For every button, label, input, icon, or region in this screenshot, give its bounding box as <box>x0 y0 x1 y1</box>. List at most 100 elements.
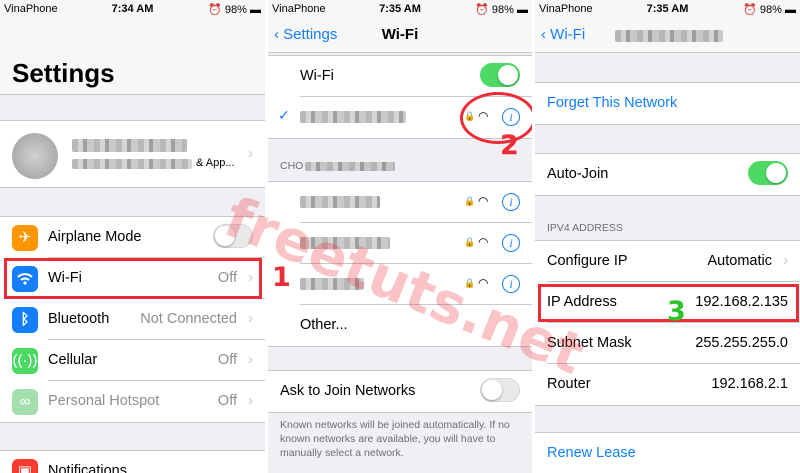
wifi-signal-icon: ◠ <box>478 194 489 208</box>
bluetooth-icon: ᛒ <box>12 307 38 333</box>
notifications-row[interactable]: ▣ Notifications <box>0 450 265 473</box>
connectivity-group: ✈ Airplane Mode Wi-Fi Off › ᛒ Bluetooth … <box>0 216 265 423</box>
lock-icon: 🔒 <box>464 237 476 247</box>
airplane-mode-toggle[interactable] <box>213 224 253 248</box>
avatar <box>12 133 58 179</box>
row-label: Wi-Fi <box>300 68 334 84</box>
wifi-toggle-row: Wi-Fi <box>268 56 532 97</box>
row-value: Off <box>217 393 237 409</box>
row-label: Subnet Mask <box>547 335 632 351</box>
alarm-icon: ⏰ <box>208 4 222 16</box>
blurred-network-title <box>615 30 723 42</box>
row-label: Airplane Mode <box>48 229 142 245</box>
cellular-row[interactable]: ((·)) Cellular Off › <box>0 340 265 381</box>
subnet-mask-value: 255.255.255.0 <box>695 335 788 351</box>
info-button[interactable]: i <box>502 193 520 211</box>
blurred-account-subtitle <box>72 159 192 169</box>
renew-lease-button[interactable]: Renew Lease <box>547 445 636 461</box>
highlight-wifi-row <box>4 258 262 299</box>
router-row: Router 192.168.2.1 <box>535 364 800 405</box>
personal-hotspot-row[interactable]: ∞ Personal Hotspot Off › <box>0 381 265 422</box>
configure-ip-row[interactable]: Configure IP Automatic › <box>535 241 800 282</box>
ask-to-join-row: Ask to Join Networks <box>268 370 532 413</box>
checkmark-icon: ✓ <box>278 107 290 123</box>
info-button[interactable]: i <box>502 234 520 252</box>
blurred-account-name <box>72 139 187 152</box>
wifi-screen: VinaPhone 7:35 AM ⏰ 98% ▬ ‹ Settings Wi-… <box>268 0 532 473</box>
renew-lease-row[interactable]: Renew Lease <box>535 432 800 473</box>
router-value: 192.168.2.1 <box>711 376 788 392</box>
blurred-network-name <box>300 111 406 123</box>
airplane-mode-row: ✈ Airplane Mode <box>0 217 265 258</box>
ipv4-section-header: IPV4 ADDRESS <box>547 222 623 234</box>
network-row[interactable]: 🔒 ◠ i <box>268 182 532 223</box>
row-label: Ask to Join Networks <box>280 383 416 399</box>
row-value: Automatic <box>707 253 772 269</box>
row-label: Personal Hotspot <box>48 393 160 409</box>
bluetooth-row[interactable]: ᛒ Bluetooth Not Connected › <box>0 299 265 340</box>
settings-screen: VinaPhone 7:34 AM ⏰ 98% ▬ Settings & App… <box>0 0 265 473</box>
chevron-right-icon: › <box>248 145 253 162</box>
alarm-icon: ⏰ <box>743 4 757 16</box>
choose-network-header: CHO <box>280 160 396 172</box>
cellular-icon: ((·)) <box>12 348 38 374</box>
wifi-toggle[interactable] <box>480 63 520 87</box>
row-label: Notifications <box>48 463 127 473</box>
status-bar: VinaPhone 7:35 AM ⏰ 98% ▬ <box>268 0 532 18</box>
network-list: 🔒 ◠ i 🔒 ◠ i 🔒 ◠ i Other... <box>268 181 532 347</box>
network-row[interactable]: 🔒 ◠ i <box>268 223 532 264</box>
auto-join-row: Auto-Join <box>535 153 800 196</box>
row-value: Not Connected <box>140 311 237 327</box>
subnet-mask-row: Subnet Mask 255.255.255.0 <box>535 323 800 364</box>
ask-to-join-toggle[interactable] <box>480 378 520 402</box>
battery-label: ⏰ 98% ▬ <box>743 4 796 16</box>
row-label: Auto-Join <box>547 166 609 182</box>
annotation-number-3: 3 <box>667 296 686 327</box>
nav-bar: ‹ Wi-Fi <box>535 18 800 53</box>
chevron-right-icon: › <box>783 252 788 269</box>
chevron-right-icon: › <box>248 392 253 409</box>
network-row[interactable]: 🔒 ◠ i <box>268 264 532 305</box>
row-label: Router <box>547 376 591 392</box>
blurred-network-name <box>300 196 380 208</box>
airplane-icon: ✈ <box>12 225 38 251</box>
row-label: Cellular <box>48 352 98 368</box>
blurred-network-name <box>300 278 364 290</box>
status-bar: VinaPhone 7:35 AM ⏰ 98% ▬ <box>535 0 800 18</box>
notifications-icon: ▣ <box>12 459 38 473</box>
row-value: Off <box>217 352 237 368</box>
annotation-number-1: 1 <box>272 262 291 293</box>
battery-icon: ▬ <box>517 4 528 16</box>
other-network-row[interactable]: Other... <box>268 305 532 346</box>
auto-join-toggle[interactable] <box>748 161 788 185</box>
row-label: Configure IP <box>547 253 628 269</box>
account-subtitle-suffix: & App... <box>196 157 235 169</box>
hotspot-icon: ∞ <box>12 389 38 415</box>
blurred-network-name <box>300 237 390 249</box>
apple-id-row[interactable]: & App... › <box>0 120 265 188</box>
ask-to-join-footnote: Known networks will be joined automatica… <box>280 419 510 459</box>
highlight-info-button <box>460 92 532 144</box>
lock-icon: 🔒 <box>464 196 476 206</box>
lock-icon: 🔒 <box>464 278 476 288</box>
chevron-left-icon: ‹ <box>541 26 546 43</box>
wifi-signal-icon: ◠ <box>478 235 489 249</box>
page-title: Settings <box>12 58 115 88</box>
wifi-signal-icon: ◠ <box>478 276 489 290</box>
nav-bar: ‹ Settings Wi-Fi <box>268 18 532 53</box>
back-button[interactable]: ‹ Wi-Fi <box>541 26 585 43</box>
chevron-right-icon: › <box>248 351 253 368</box>
annotation-number-2: 2 <box>500 130 519 161</box>
info-button[interactable]: i <box>502 275 520 293</box>
network-detail-screen: VinaPhone 7:35 AM ⏰ 98% ▬ ‹ Wi-Fi Forget… <box>535 0 800 473</box>
nav-title: Wi-Fi <box>381 26 419 43</box>
forget-network-row[interactable]: Forget This Network <box>535 82 800 125</box>
battery-icon: ▬ <box>785 4 796 16</box>
battery-label: ⏰ 98% ▬ <box>475 4 528 16</box>
row-label: Other... <box>300 317 348 333</box>
row-label: Bluetooth <box>48 311 110 327</box>
forget-network-button[interactable]: Forget This Network <box>547 95 677 111</box>
battery-label: ⏰ 98% ▬ <box>208 4 261 16</box>
alarm-icon: ⏰ <box>475 4 489 16</box>
battery-icon: ▬ <box>250 4 261 16</box>
